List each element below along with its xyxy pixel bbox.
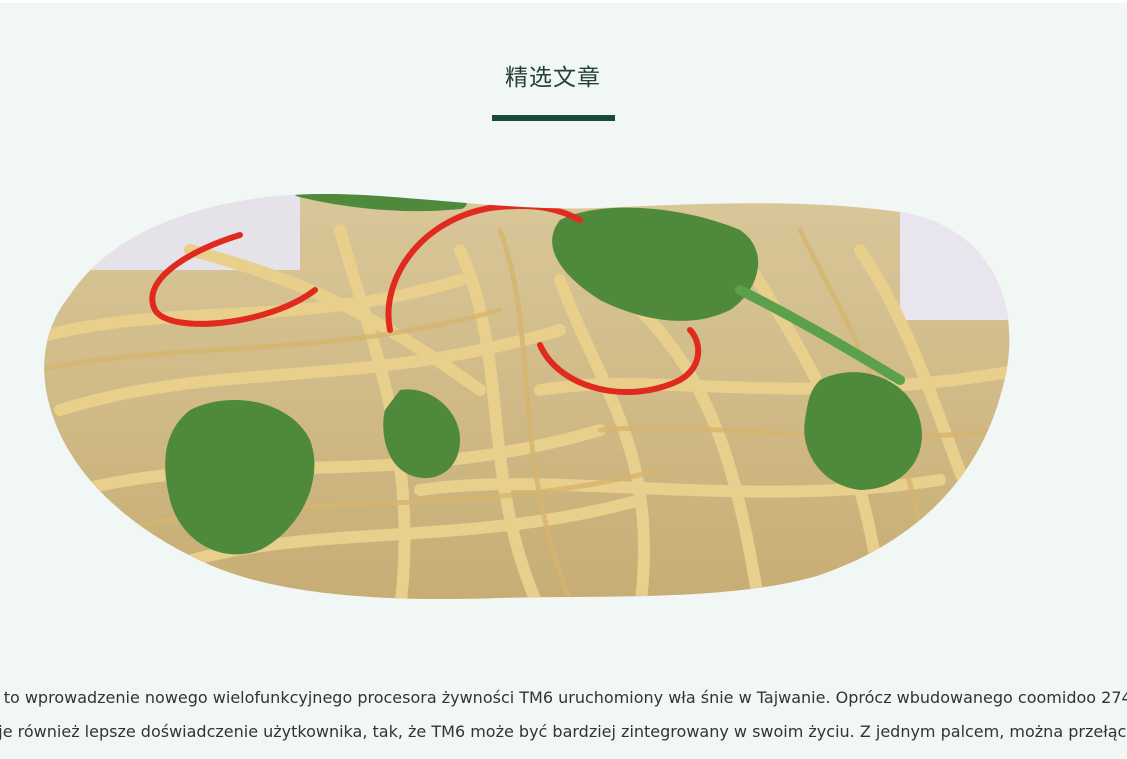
- top-strip: [0, 0, 1127, 3]
- article-excerpt-line-1: st to wprowadzenie nowego wielofunkcyjne…: [0, 688, 1127, 707]
- title-underline: [492, 115, 615, 121]
- article-excerpt-line-2: ieje również lepsze doświadczenie użytko…: [0, 722, 1127, 741]
- featured-article-image[interactable]: [40, 190, 1015, 605]
- section-title: 精选文章: [505, 65, 601, 91]
